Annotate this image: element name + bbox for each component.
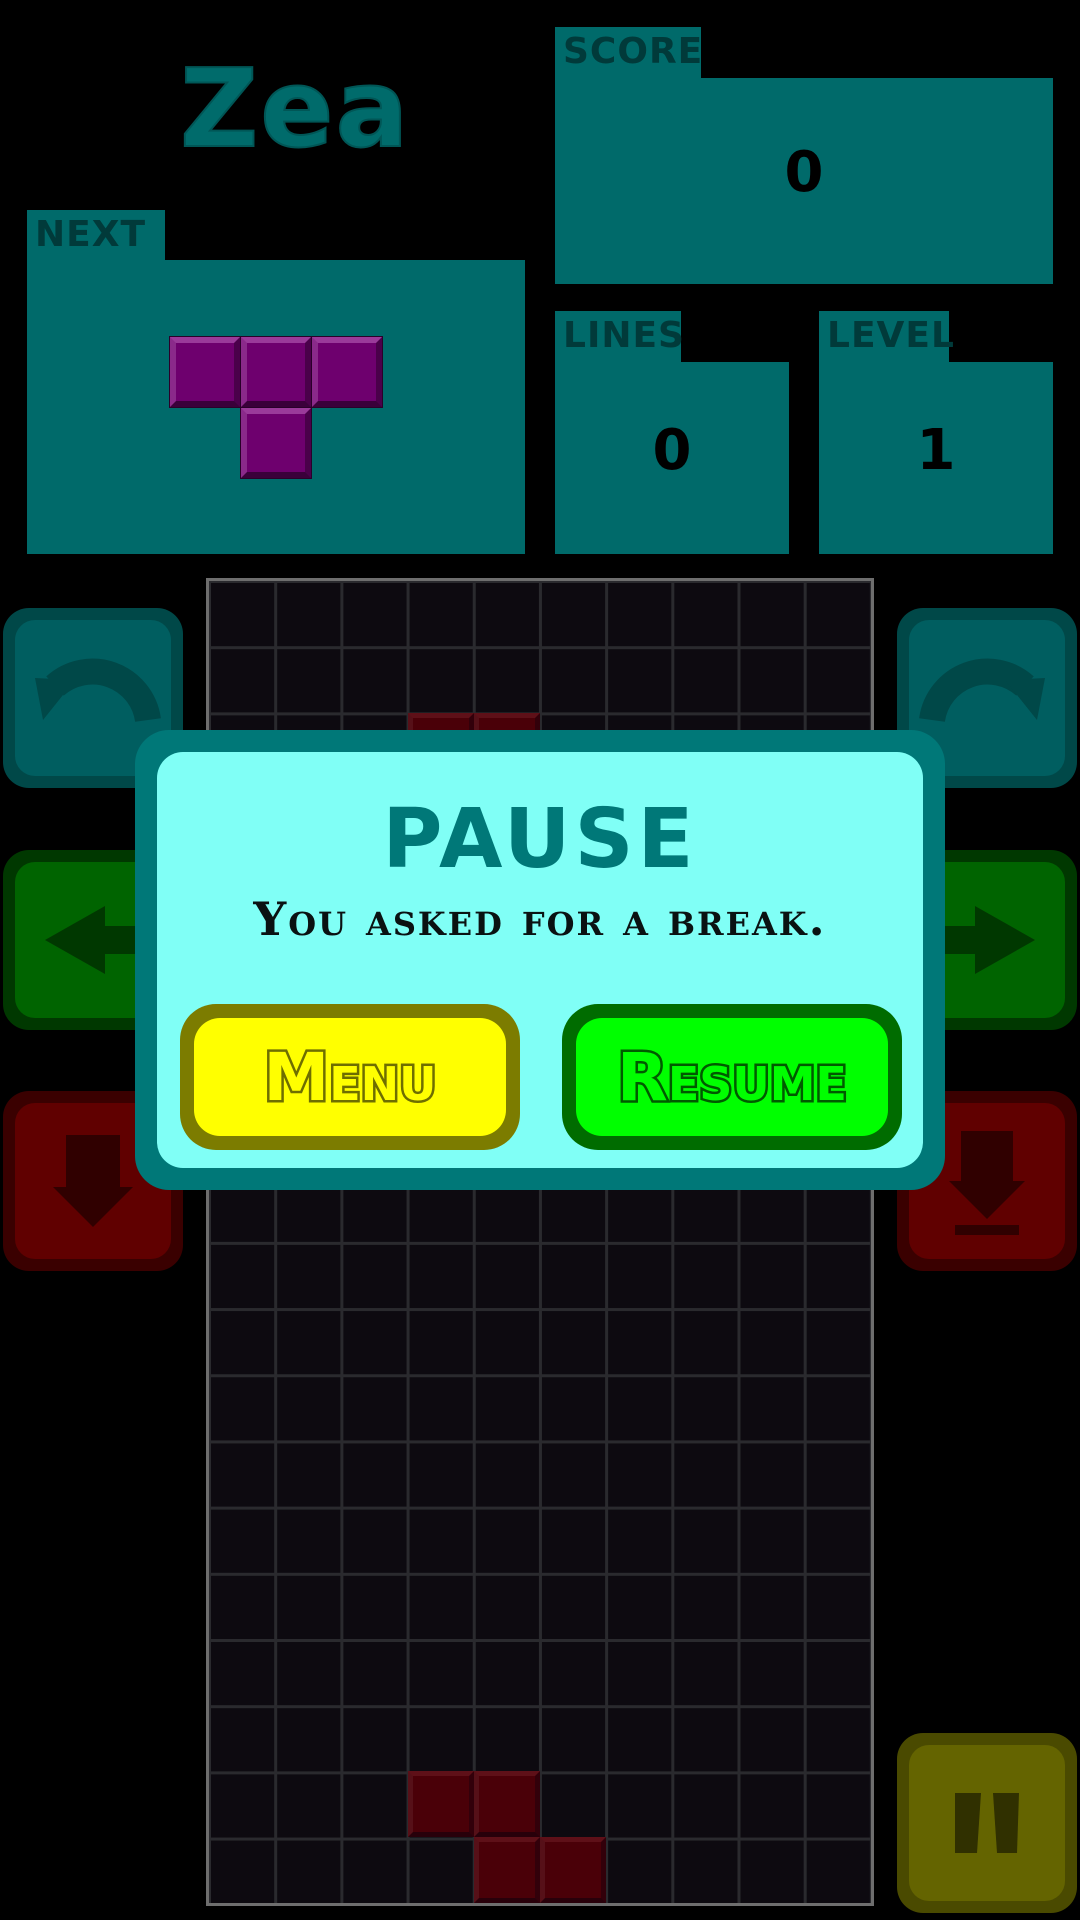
next-label: NEXT	[27, 210, 165, 266]
pause-dialog: PAUSE You asked for a break. Menu Resume	[135, 730, 945, 1190]
dialog-message: You asked for a break.	[253, 892, 827, 946]
lines-value: 0	[652, 418, 692, 483]
level-label: LEVEL	[819, 311, 954, 367]
menu-button-label: Menu	[261, 1036, 439, 1118]
resume-button[interactable]: Resume	[562, 1004, 902, 1150]
pause-icon	[955, 1793, 1019, 1853]
game-screen: Zea SCORE 0 NEXT LINES 0 LEVEL 1 PAUSE Y…	[0, 0, 1080, 1920]
lines-label: LINES	[555, 311, 684, 367]
next-piece-block	[240, 336, 312, 408]
menu-button[interactable]: Menu	[180, 1004, 520, 1150]
score-value: 0	[784, 140, 824, 205]
score-label: SCORE	[555, 27, 702, 83]
next-piece-block	[240, 407, 312, 479]
level-value: 1	[916, 418, 956, 483]
game-logo: Zea	[179, 47, 411, 172]
pause-dialog-body: PAUSE You asked for a break. Menu Resume	[157, 752, 923, 1168]
next-piece-block	[169, 336, 241, 408]
pause-button[interactable]	[897, 1733, 1077, 1913]
dialog-title: PAUSE	[382, 792, 698, 887]
board-block	[474, 1771, 540, 1837]
resume-button-label: Resume	[615, 1036, 850, 1118]
next-piece-block	[311, 336, 383, 408]
board-block	[408, 1771, 474, 1837]
board-block	[540, 1837, 606, 1903]
next-panel	[27, 260, 525, 554]
board-block	[474, 1837, 540, 1903]
